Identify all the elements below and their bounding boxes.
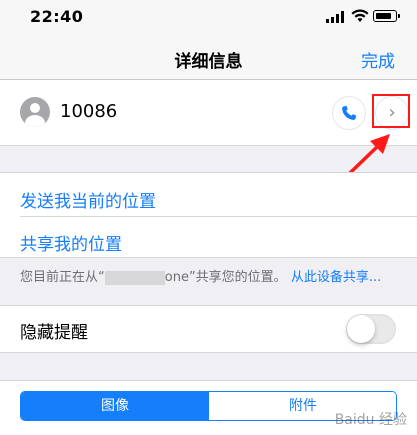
location-section: 发送我当前的位置 共享我的位置 <box>0 172 417 258</box>
call-button[interactable] <box>333 97 365 129</box>
watermark: Baidu 经验 <box>334 412 407 428</box>
hide-alerts-row: 隐藏提醒 <box>0 305 417 353</box>
status-bar: 22:40 <box>0 0 417 34</box>
send-current-location-button[interactable]: 发送我当前的位置 <box>20 187 156 212</box>
status-time: 22:40 <box>30 7 84 26</box>
location-footnote: 您目前正在从“ one”共享您的位置。 从此设备共享... <box>20 270 382 285</box>
annotation-highlight-box <box>372 94 410 128</box>
wifi-icon <box>351 9 369 22</box>
hide-alerts-toggle[interactable] <box>346 314 396 344</box>
contact-name: 10086 <box>60 101 118 122</box>
share-location-button[interactable]: 共享我的位置 <box>20 230 122 255</box>
navigation-bar: 详细信息 完成 <box>0 34 417 80</box>
page-title: 详细信息 <box>174 52 243 72</box>
tab-images[interactable]: 图像 <box>21 392 209 420</box>
avatar-icon <box>20 97 50 127</box>
done-button[interactable]: 完成 <box>361 47 395 72</box>
signal-icon <box>326 11 344 23</box>
phone-icon <box>342 106 356 120</box>
redacted-device-name <box>104 270 165 285</box>
contact-row[interactable]: 10086 › <box>0 80 417 146</box>
share-from-device-link[interactable]: 从此设备共享... <box>291 270 381 285</box>
battery-icon <box>373 10 400 22</box>
divider <box>20 216 417 217</box>
hide-alerts-label: 隐藏提醒 <box>20 323 88 343</box>
toggle-knob <box>347 315 375 343</box>
